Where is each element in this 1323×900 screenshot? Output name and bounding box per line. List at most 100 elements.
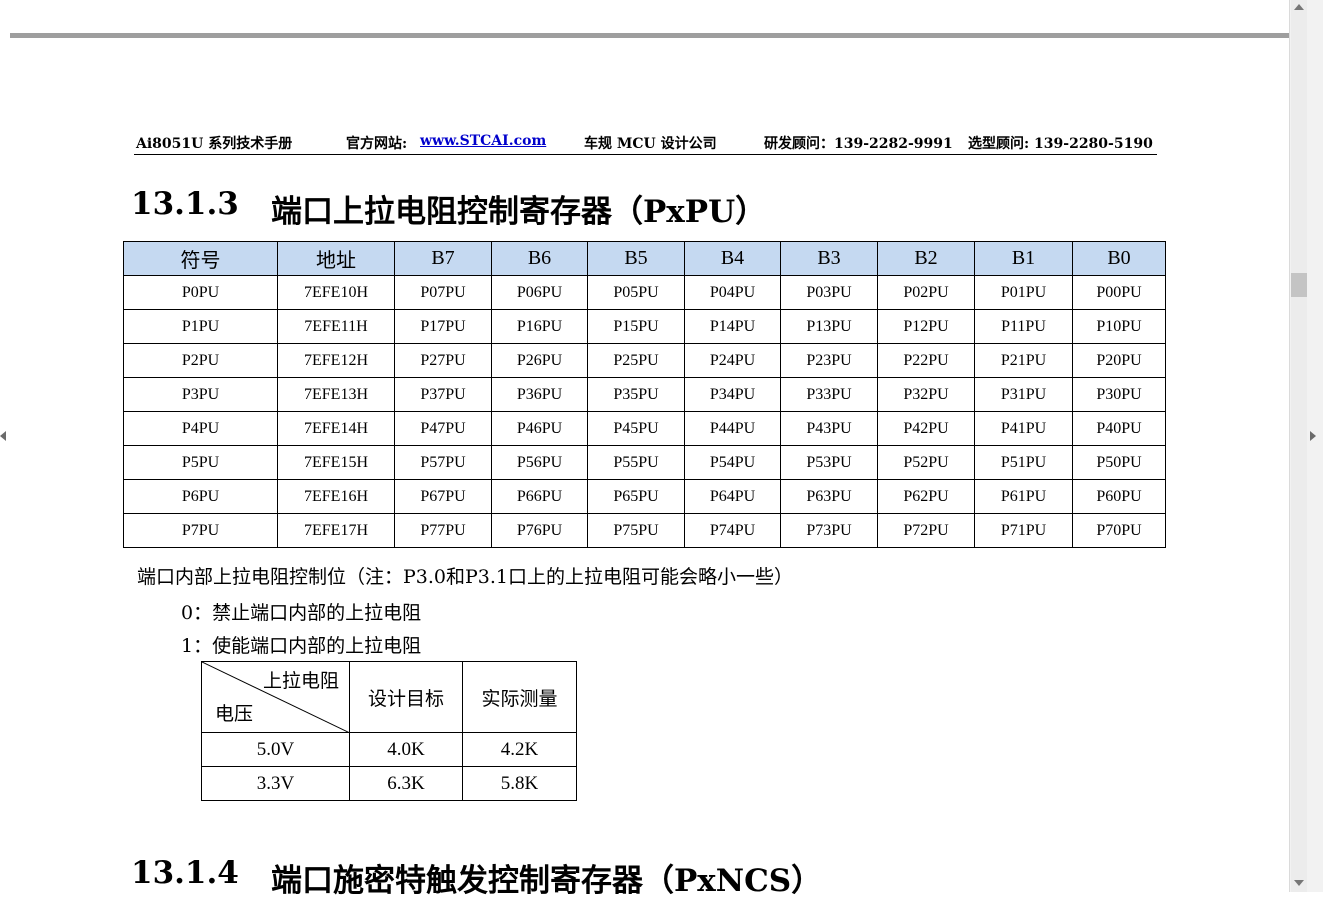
resistor-table: 上拉电阻 电压 设计目标 实际测量 5.0V 4.0K 4.2K 3.3V 6.… xyxy=(201,661,577,801)
header-cell: B4 xyxy=(684,241,781,276)
table-row: P6PU 7EFE16H P67PU P66PU P65PU P64PU P63PU P62P… xyxy=(123,479,1166,514)
bit-cell: P10PU xyxy=(1072,309,1166,344)
design-cell: 6.3K xyxy=(349,766,463,801)
address-cell: 7EFE13H xyxy=(277,377,395,412)
bit-cell: P17PU xyxy=(394,309,492,344)
bit-cell: P44PU xyxy=(684,411,781,446)
register-table-header: 符号 地址 B7 B6 B5 B4 B3 B2 B1 B0 xyxy=(123,241,1166,276)
section-title: 端口上拉电阻控制寄存器（PxPU） xyxy=(271,194,767,230)
header-cell: B5 xyxy=(587,241,685,276)
bit-cell: P32PU xyxy=(877,377,975,412)
header-cell: B3 xyxy=(780,241,878,276)
bit-cell: P42PU xyxy=(877,411,975,446)
bit-cell: P01PU xyxy=(974,275,1073,310)
option-1-text: 1：使能端口内部的上拉电阻 xyxy=(181,635,422,657)
bit-cell: P77PU xyxy=(394,513,492,548)
bit-cell: P05PU xyxy=(587,275,685,310)
website-link[interactable]: www.STCAI.com xyxy=(420,133,546,149)
symbol-cell: P5PU xyxy=(123,445,278,480)
bit-cell: P70PU xyxy=(1072,513,1166,548)
rd-contact: 研发顾问：139-2282-9991 xyxy=(764,136,953,152)
bit-cell: P50PU xyxy=(1072,445,1166,480)
address-cell: 7EFE15H xyxy=(277,445,395,480)
symbol-cell: P3PU xyxy=(123,377,278,412)
address-cell: 7EFE10H xyxy=(277,275,395,310)
website-label: 官方网站: xyxy=(346,136,408,152)
voltage-cell: 5.0V xyxy=(201,732,350,767)
company-tagline: 车规 MCU 设计公司 xyxy=(584,136,717,152)
section-title: 端口施密特触发控制寄存器（PxNCS） xyxy=(271,863,823,899)
bit-cell: P65PU xyxy=(587,479,685,514)
header-cell: B2 xyxy=(877,241,975,276)
address-cell: 7EFE17H xyxy=(277,513,395,548)
bit-cell: P25PU xyxy=(587,343,685,378)
bit-cell: P33PU xyxy=(780,377,878,412)
symbol-cell: P7PU xyxy=(123,513,278,548)
section-number: 13.1.4 xyxy=(131,855,239,891)
header-rule xyxy=(134,154,1157,155)
page-separator xyxy=(10,33,1289,38)
bit-cell: P12PU xyxy=(877,309,975,344)
scroll-up-arrow-icon[interactable] xyxy=(1294,4,1304,10)
bit-cell: P26PU xyxy=(491,343,588,378)
table-row: P2PU 7EFE12H P27PU P26PU P25PU P24PU P23PU P22P… xyxy=(123,343,1166,378)
section-number: 13.1.3 xyxy=(131,186,239,222)
bit-cell: P51PU xyxy=(974,445,1073,480)
prev-page-arrow-icon[interactable] xyxy=(0,431,6,441)
bit-cell: P22PU xyxy=(877,343,975,378)
next-page-arrow-icon[interactable] xyxy=(1310,431,1316,441)
vertical-scrollbar[interactable] xyxy=(1291,0,1307,892)
col-measured-header: 实际测量 xyxy=(462,661,577,733)
bit-cell: P71PU xyxy=(974,513,1073,548)
bit-cell: P66PU xyxy=(491,479,588,514)
bit-cell: P11PU xyxy=(974,309,1073,344)
scrollbar-thumb[interactable] xyxy=(1291,273,1307,297)
corner-top-label: 上拉电阻 xyxy=(262,671,339,692)
bit-cell: P13PU xyxy=(780,309,878,344)
symbol-cell: P2PU xyxy=(123,343,278,378)
bit-cell: P61PU xyxy=(974,479,1073,514)
sales-contact: 选型顾问: 139-2280-5190 xyxy=(968,136,1153,152)
bit-cell: P40PU xyxy=(1072,411,1166,446)
bit-cell: P57PU xyxy=(394,445,492,480)
bit-cell: P41PU xyxy=(974,411,1073,446)
header-cell: B7 xyxy=(394,241,492,276)
table-row: P7PU 7EFE17H P77PU P76PU P75PU P74PU P73PU P72P… xyxy=(123,513,1166,548)
symbol-cell: P1PU xyxy=(123,309,278,344)
bit-cell: P46PU xyxy=(491,411,588,446)
scroll-down-arrow-icon[interactable] xyxy=(1294,880,1304,886)
bit-cell: P30PU xyxy=(1072,377,1166,412)
doc-title: Ai8051U 系列技术手册 xyxy=(136,136,293,152)
bit-cell: P72PU xyxy=(877,513,975,548)
table-row: P0PU 7EFE10H P07PU P06PU P05PU P04PU P03PU P02P… xyxy=(123,275,1166,310)
option-0-text: 0：禁止端口内部的上拉电阻 xyxy=(181,602,422,624)
address-cell: 7EFE12H xyxy=(277,343,395,378)
address-cell: 7EFE16H xyxy=(277,479,395,514)
corner-cell: 上拉电阻 电压 xyxy=(201,661,350,733)
bit-cell: P47PU xyxy=(394,411,492,446)
header-cell: B1 xyxy=(974,241,1073,276)
bit-cell: P73PU xyxy=(780,513,878,548)
bit-cell: P76PU xyxy=(491,513,588,548)
bit-cell: P04PU xyxy=(684,275,781,310)
bit-cell: P27PU xyxy=(394,343,492,378)
symbol-cell: P6PU xyxy=(123,479,278,514)
measured-cell: 4.2K xyxy=(462,732,577,767)
bit-cell: P20PU xyxy=(1072,343,1166,378)
bit-cell: P24PU xyxy=(684,343,781,378)
document-viewer: Ai8051U 系列技术手册 官方网站: www.STCAI.com 车规 MC… xyxy=(0,0,1323,899)
resistor-table-header: 上拉电阻 电压 设计目标 实际测量 xyxy=(201,661,577,733)
bit-cell: P02PU xyxy=(877,275,975,310)
table-row: P3PU 7EFE13H P37PU P36PU P35PU P34PU P33PU P32P… xyxy=(123,377,1166,412)
register-table: 符号 地址 B7 B6 B5 B4 B3 B2 B1 B0 P0PU 7EFE10… xyxy=(123,241,1166,548)
bit-cell: P34PU xyxy=(684,377,781,412)
header-cell: 地址 xyxy=(277,241,395,276)
bit-cell: P43PU xyxy=(780,411,878,446)
table-row: 5.0V 4.0K 4.2K xyxy=(201,732,577,767)
header-cell: 符号 xyxy=(123,241,278,276)
bit-cell: P45PU xyxy=(587,411,685,446)
bit-cell: P63PU xyxy=(780,479,878,514)
bit-cell: P35PU xyxy=(587,377,685,412)
bit-cell: P74PU xyxy=(684,513,781,548)
table-row: P4PU 7EFE14H P47PU P46PU P45PU P44PU P43PU P42P… xyxy=(123,411,1166,446)
